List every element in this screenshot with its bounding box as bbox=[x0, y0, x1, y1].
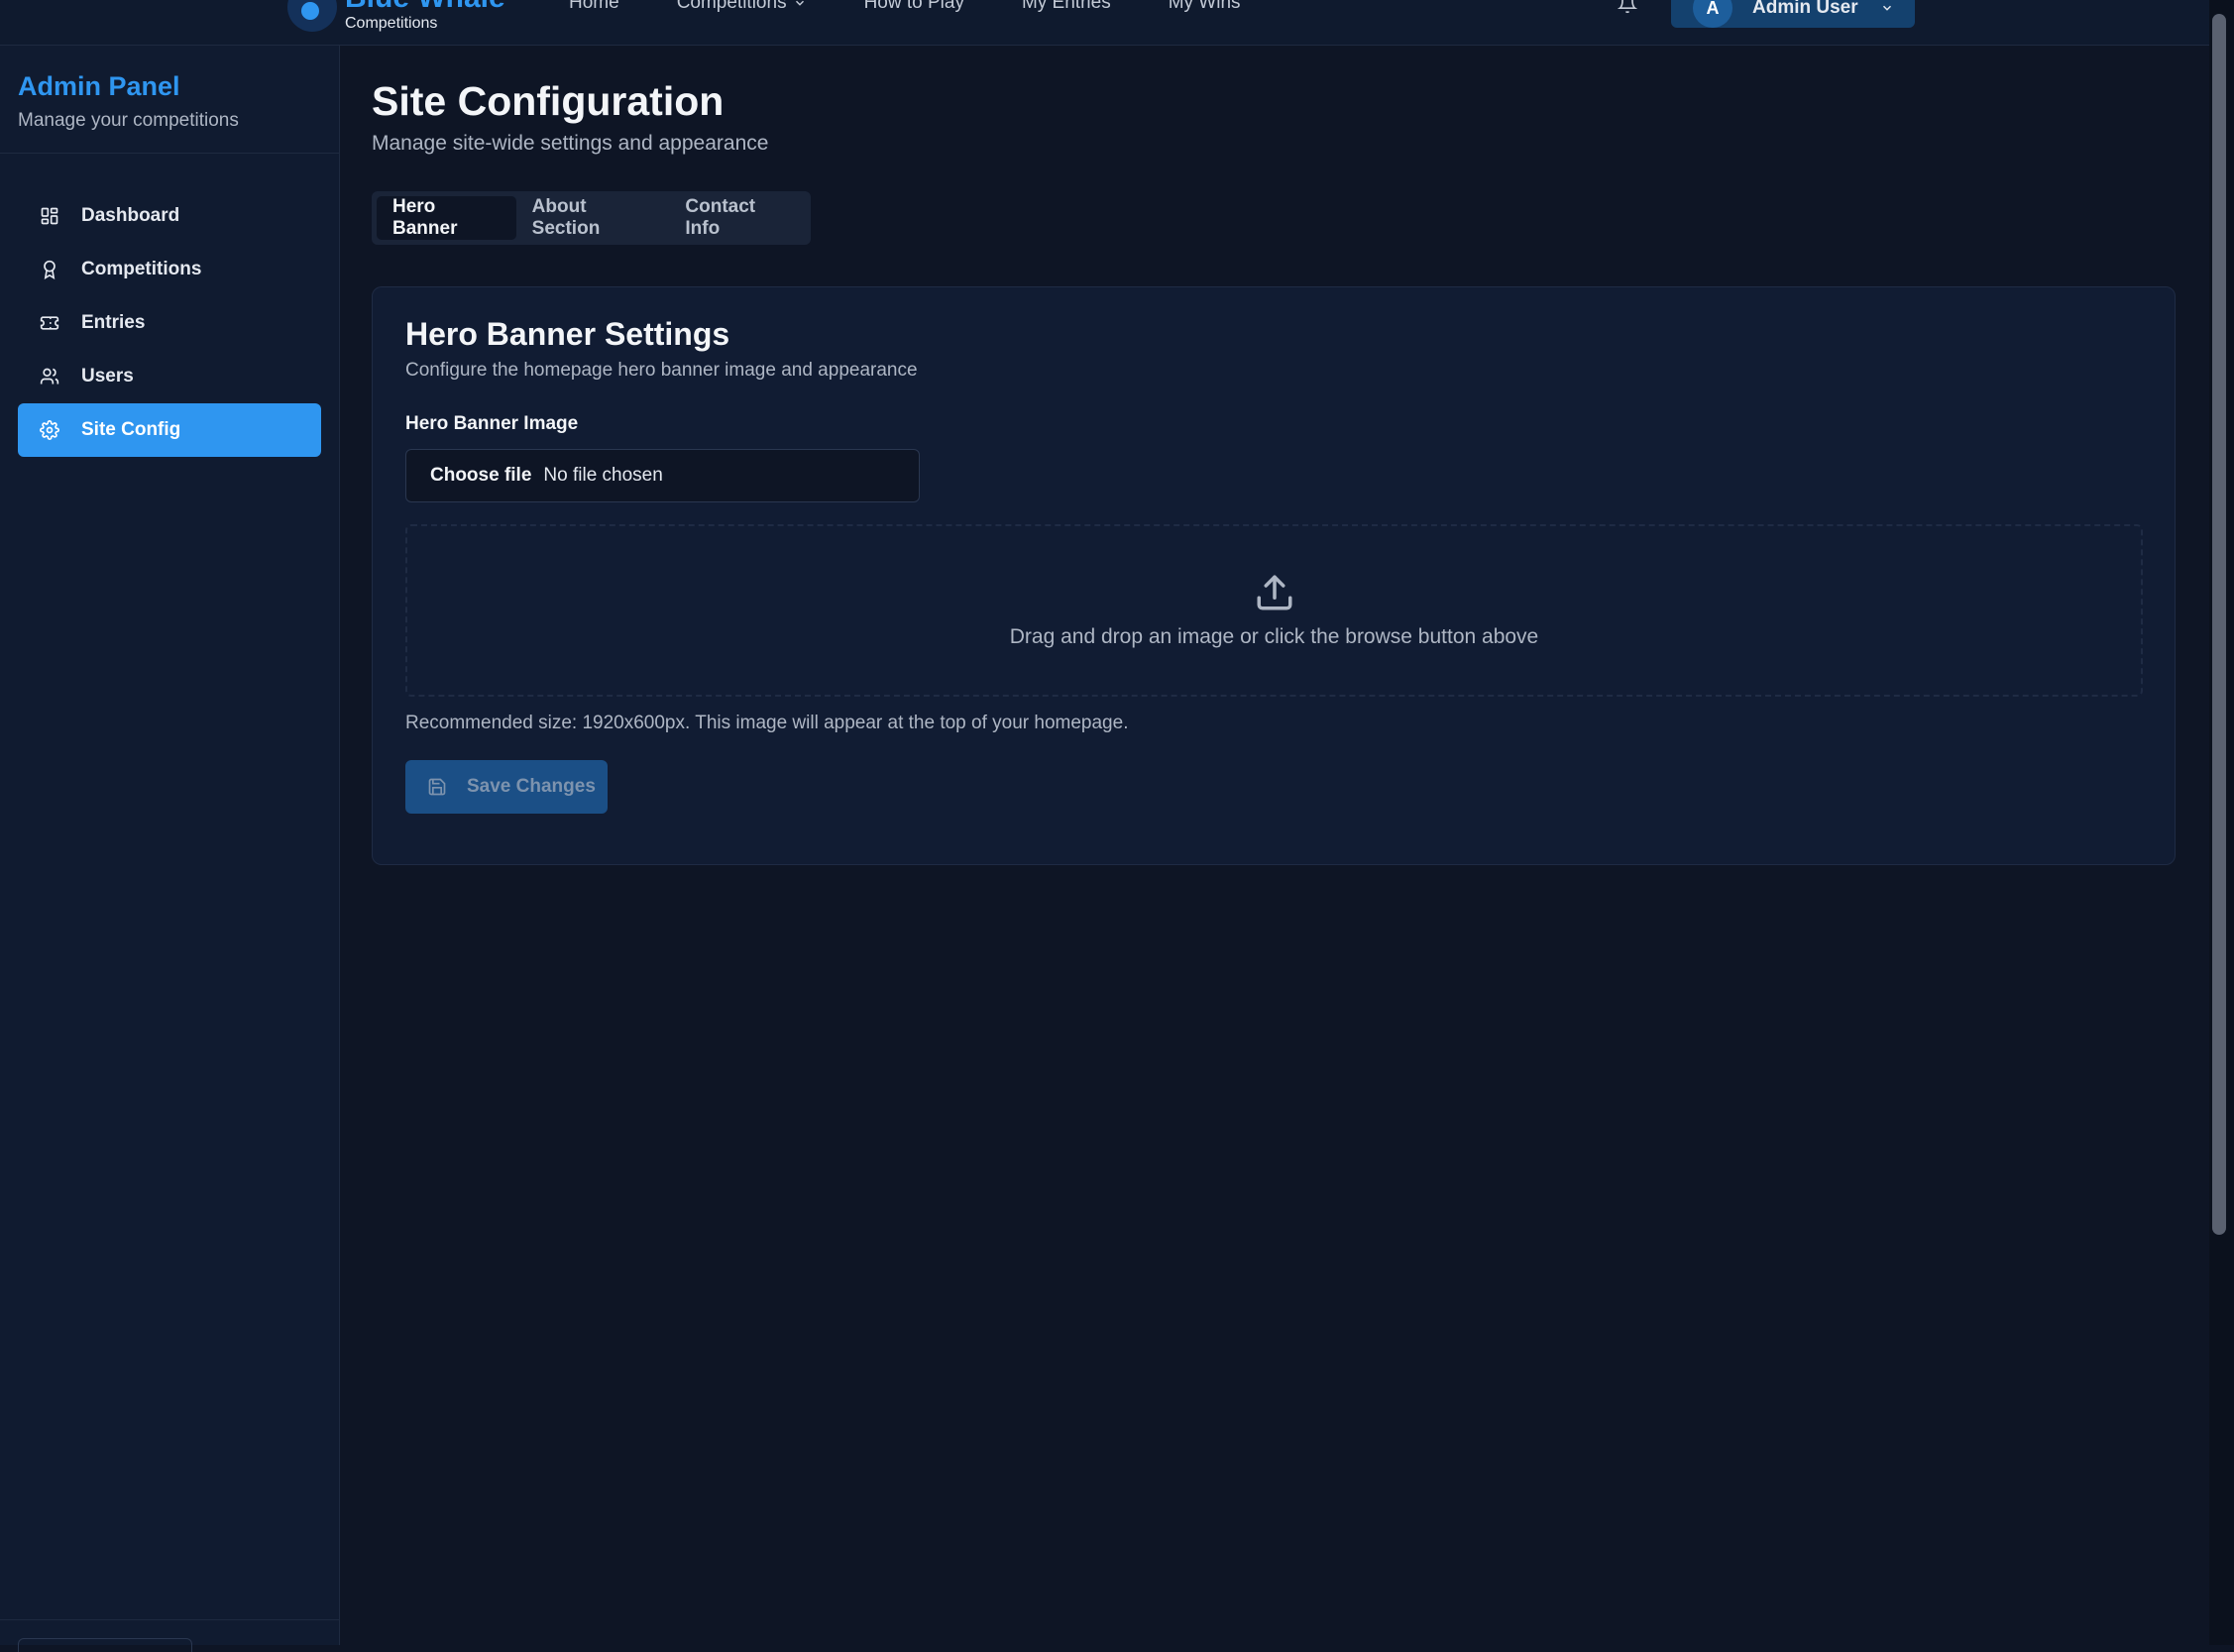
award-icon bbox=[44, 260, 56, 279]
tab-about-section[interactable]: About Section bbox=[516, 196, 670, 240]
main-nav: Home Competitions How to Play My Entries… bbox=[569, 0, 1298, 14]
save-icon bbox=[428, 778, 446, 796]
save-changes-button[interactable]: Save Changes bbox=[405, 760, 608, 815]
top-navbar: Blue Whale Competitions Home Competition… bbox=[0, 0, 2209, 46]
notifications-button[interactable] bbox=[1617, 0, 1638, 19]
hero-banner-file-input[interactable]: Choose file No file chosen bbox=[405, 449, 920, 503]
brand-title: Blue Whale bbox=[345, 0, 505, 13]
whale-logo-icon bbox=[287, 0, 337, 32]
ticket-icon bbox=[40, 316, 59, 330]
tab-contact-info[interactable]: Contact Info bbox=[669, 196, 806, 240]
sidebar-title: Admin Panel bbox=[18, 71, 180, 101]
page-subtitle: Manage site-wide settings and appearance bbox=[372, 132, 769, 156]
user-name: Admin User bbox=[1752, 0, 1858, 18]
sidebar-item-label: Entries bbox=[81, 312, 146, 333]
chevron-down-icon bbox=[795, 0, 804, 6]
sidebar-item-entries[interactable]: Entries bbox=[18, 296, 321, 350]
file-status: No file chosen bbox=[543, 465, 663, 487]
nav-link-home[interactable]: Home bbox=[569, 0, 619, 14]
sidebar-item-users[interactable]: Users bbox=[18, 350, 321, 403]
hero-banner-image-label: Hero Banner Image bbox=[405, 413, 579, 435]
scrollbar-thumb[interactable] bbox=[2212, 14, 2226, 1235]
sidebar-item-label: Site Config bbox=[81, 419, 181, 440]
sidebar-item-label: Users bbox=[81, 366, 134, 386]
sidebar-footer-button[interactable] bbox=[18, 1638, 192, 1652]
user-menu-button[interactable]: A Admin User bbox=[1671, 0, 1915, 28]
sidebar-subtitle: Manage your competitions bbox=[18, 110, 239, 131]
sidebar-item-label: Competitions bbox=[81, 259, 202, 279]
sidebar-header: Admin Panel Manage your competitions bbox=[0, 46, 339, 154]
sidebar-item-label: Dashboard bbox=[81, 205, 180, 226]
save-changes-label: Save Changes bbox=[467, 776, 596, 798]
brand-logo-link[interactable]: Blue Whale Competitions bbox=[287, 0, 505, 32]
bell-icon bbox=[1617, 0, 1638, 14]
nav-link-my-entries[interactable]: My Entries bbox=[1022, 0, 1111, 14]
card-subtitle: Configure the homepage hero banner image… bbox=[405, 360, 918, 382]
dashboard-icon bbox=[41, 207, 58, 225]
admin-sidebar: Admin Panel Manage your competitions Das… bbox=[0, 46, 340, 1652]
main-content: Site Configuration Manage site-wide sett… bbox=[372, 78, 2176, 865]
page-title: Site Configuration bbox=[372, 78, 725, 124]
hero-banner-settings-card: Hero Banner Settings Configure the homep… bbox=[372, 286, 2176, 865]
users-icon bbox=[40, 368, 59, 385]
sidebar-footer bbox=[0, 1619, 339, 1652]
sidebar-item-competitions[interactable]: Competitions bbox=[18, 243, 321, 296]
upload-icon bbox=[1257, 575, 1291, 610]
nav-link-my-wins[interactable]: My Wins bbox=[1169, 0, 1241, 14]
brand-subtitle: Competitions bbox=[345, 14, 438, 32]
chevron-down-icon bbox=[1882, 5, 1891, 11]
sidebar-nav: Dashboard Competitions Entries Users Sit… bbox=[0, 154, 339, 457]
settings-tabs: Hero Banner About Section Contact Info bbox=[372, 191, 811, 246]
tab-hero-banner[interactable]: Hero Banner bbox=[377, 196, 516, 241]
gear-icon bbox=[40, 420, 59, 440]
dropzone-text: Drag and drop an image or click the brow… bbox=[1009, 625, 1539, 649]
sidebar-item-dashboard[interactable]: Dashboard bbox=[18, 189, 321, 243]
image-dropzone[interactable]: Drag and drop an image or click the brow… bbox=[405, 524, 2143, 698]
sidebar-item-site-config[interactable]: Site Config bbox=[18, 403, 321, 457]
choose-file-button[interactable]: Choose file bbox=[430, 465, 531, 487]
nav-link-how-to-play[interactable]: How to Play bbox=[864, 0, 964, 14]
card-title: Hero Banner Settings bbox=[405, 316, 730, 352]
image-size-hint: Recommended size: 1920x600px. This image… bbox=[405, 713, 1129, 734]
nav-link-competitions[interactable]: Competitions bbox=[677, 0, 807, 14]
avatar: A bbox=[1693, 0, 1732, 28]
nav-link-competitions-label: Competitions bbox=[676, 0, 787, 13]
